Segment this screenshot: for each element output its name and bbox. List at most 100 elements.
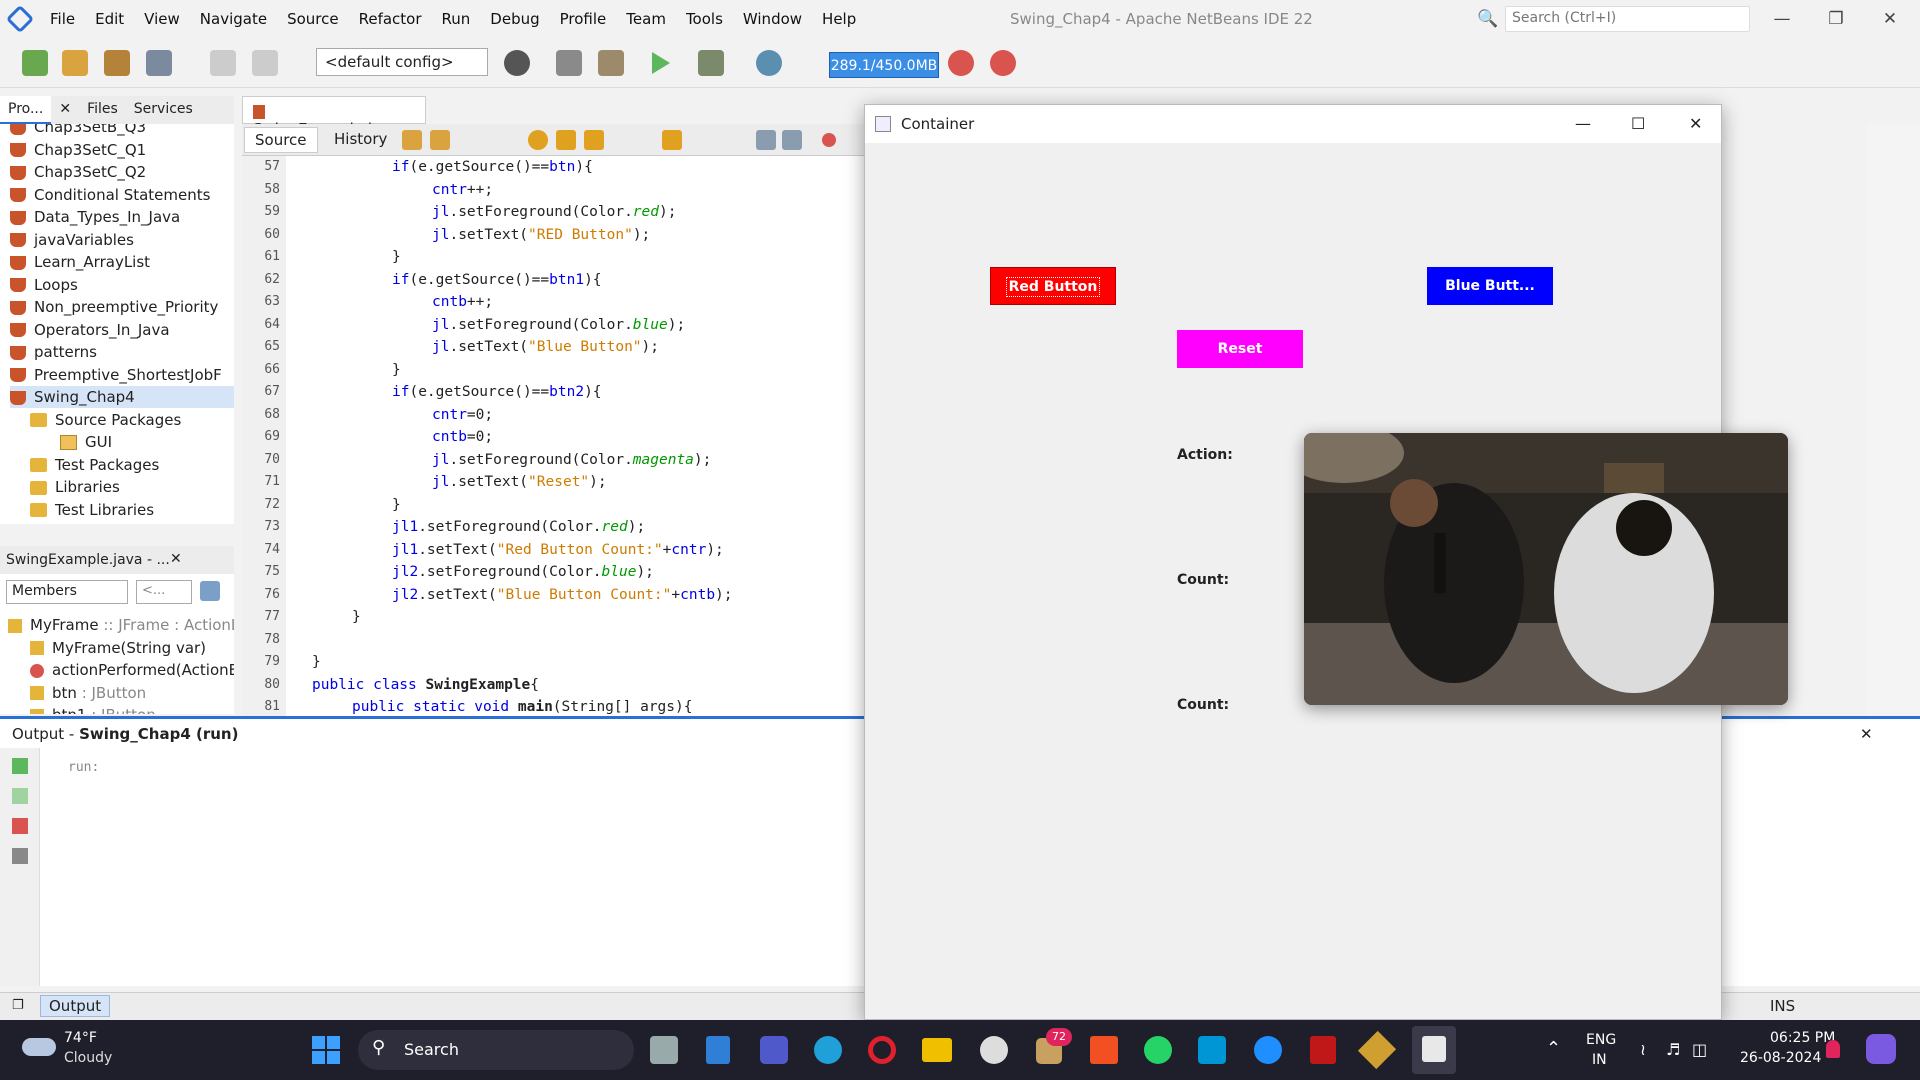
tab-history[interactable]: History bbox=[324, 127, 397, 151]
help-icon[interactable] bbox=[1254, 1036, 1282, 1064]
java-app-icon[interactable] bbox=[1412, 1026, 1456, 1074]
stop-icon[interactable] bbox=[12, 818, 28, 834]
memory-indicator[interactable]: 289.1/450.0MB bbox=[829, 52, 939, 78]
tree-item[interactable]: Chap3SetC_Q2 bbox=[10, 161, 146, 183]
tree-item[interactable]: Learn_ArrayList bbox=[10, 251, 150, 273]
find-next-icon[interactable] bbox=[584, 130, 604, 150]
video-overlay[interactable] bbox=[1304, 433, 1788, 705]
record-macro-icon[interactable] bbox=[822, 133, 836, 147]
minimize-icon[interactable]: — bbox=[1575, 105, 1591, 143]
profiler-snapshot-icon[interactable] bbox=[990, 50, 1016, 76]
menu-file[interactable]: File bbox=[40, 0, 85, 38]
search-icon[interactable]: 🔍 bbox=[1477, 9, 1498, 29]
debug-icon[interactable] bbox=[698, 50, 724, 76]
new-project-icon[interactable] bbox=[62, 50, 88, 76]
menu-window[interactable]: Window bbox=[733, 0, 812, 38]
navigator-item[interactable]: actionPerformed(ActionEv bbox=[30, 659, 234, 681]
menu-navigate[interactable]: Navigate bbox=[190, 0, 277, 38]
reset-button[interactable]: Reset bbox=[1177, 330, 1303, 368]
navigator-item[interactable]: MyFrame(String var) bbox=[30, 637, 206, 659]
config-select[interactable]: <default config> bbox=[316, 48, 488, 76]
opera-icon[interactable] bbox=[868, 1036, 896, 1064]
tree-item[interactable]: Source Packages bbox=[30, 409, 181, 431]
menu-debug[interactable]: Debug bbox=[480, 0, 549, 38]
tree-item[interactable]: Preemptive_ShortestJobF bbox=[10, 364, 222, 386]
myhp-icon[interactable] bbox=[1198, 1036, 1226, 1064]
close-icon[interactable]: ✕ bbox=[170, 551, 182, 567]
menu-view[interactable]: View bbox=[134, 0, 190, 38]
redo-icon[interactable] bbox=[252, 50, 278, 76]
rerun-icon[interactable] bbox=[12, 758, 28, 774]
tree-item[interactable]: Non_preemptive_Priority bbox=[10, 296, 218, 318]
maximize-icon[interactable]: ❐ bbox=[1810, 0, 1862, 38]
tab-output[interactable]: Output bbox=[40, 995, 111, 1017]
bookmark-icon[interactable] bbox=[662, 130, 682, 150]
close-icon[interactable]: ✕ bbox=[1689, 105, 1702, 143]
tree-item[interactable]: javaVariables bbox=[10, 229, 134, 251]
maximize-icon[interactable]: ☐ bbox=[1631, 105, 1645, 143]
teams-icon[interactable] bbox=[760, 1036, 788, 1064]
clean-build-icon[interactable] bbox=[598, 50, 624, 76]
save-all-icon[interactable] bbox=[146, 50, 172, 76]
shift-right-icon[interactable] bbox=[782, 130, 802, 150]
globe-icon[interactable] bbox=[504, 50, 530, 76]
navigator-item[interactable]: MyFrame :: JFrame : ActionList bbox=[8, 614, 234, 636]
tab-projects[interactable]: Pro... bbox=[0, 96, 52, 124]
minimize-icon[interactable]: — bbox=[1756, 0, 1808, 38]
wifi-icon[interactable]: ≀ bbox=[1640, 1040, 1646, 1059]
volume-icon[interactable]: ♬ bbox=[1666, 1040, 1680, 1059]
weather-temp[interactable]: 74°F bbox=[64, 1030, 97, 1046]
menu-help[interactable]: Help bbox=[812, 0, 866, 38]
tree-item[interactable]: Operators_In_Java bbox=[10, 319, 170, 341]
tab-source[interactable]: Source bbox=[244, 127, 318, 153]
code-area[interactable]: if(e.getSource()==btn){cntr++; jl.setFore… bbox=[286, 156, 874, 716]
bell-icon[interactable] bbox=[1826, 1040, 1840, 1058]
whatsapp-icon[interactable] bbox=[1144, 1036, 1172, 1064]
tree-item[interactable]: Chap3SetB_Q3 bbox=[10, 124, 146, 138]
navigator-item[interactable]: btn1 : JButton bbox=[30, 704, 156, 714]
microsoft-store-icon[interactable] bbox=[1090, 1036, 1118, 1064]
tab-swingexample[interactable]: SwingExample.java ✕ bbox=[242, 96, 426, 156]
forward-icon[interactable] bbox=[430, 130, 450, 150]
tab-files[interactable]: Files bbox=[79, 96, 126, 124]
tree-item[interactable]: patterns bbox=[10, 341, 97, 363]
task-view-icon[interactable] bbox=[650, 1036, 678, 1064]
menu-tools[interactable]: Tools bbox=[676, 0, 733, 38]
language-in[interactable]: IN bbox=[1592, 1052, 1607, 1068]
rerun-args-icon[interactable] bbox=[12, 788, 28, 804]
run-icon[interactable] bbox=[652, 52, 670, 74]
taskbar-search[interactable]: ⚲ Search bbox=[358, 1030, 634, 1070]
edge-icon[interactable] bbox=[814, 1036, 842, 1064]
netbeans-taskbar-icon[interactable] bbox=[1357, 1030, 1397, 1070]
mcafee-icon[interactable] bbox=[1310, 1036, 1336, 1064]
tree-item[interactable]: Swing_Chap4 bbox=[10, 386, 234, 408]
menu-edit[interactable]: Edit bbox=[85, 0, 134, 38]
build-icon[interactable] bbox=[556, 50, 582, 76]
search-input[interactable]: Search (Ctrl+I) bbox=[1505, 6, 1750, 32]
clock-app-icon[interactable] bbox=[980, 1036, 1008, 1064]
shift-left-icon[interactable] bbox=[756, 130, 776, 150]
tree-item[interactable]: Data_Types_In_Java bbox=[10, 206, 180, 228]
clock-date[interactable]: 26-08-2024 bbox=[1740, 1050, 1821, 1066]
menu-profile[interactable]: Profile bbox=[550, 0, 617, 38]
navigator-item[interactable]: btn : JButton bbox=[30, 682, 146, 704]
chevron-up-icon[interactable]: ⌃ bbox=[1546, 1038, 1561, 1059]
tree-item[interactable]: Test Packages bbox=[30, 454, 159, 476]
tree-item[interactable]: Chap3SetC_Q1 bbox=[10, 139, 146, 161]
blue-button[interactable]: Blue Butt... bbox=[1427, 267, 1553, 305]
tree-item[interactable]: Libraries bbox=[30, 476, 120, 498]
menu-run[interactable]: Run bbox=[432, 0, 481, 38]
open-project-icon[interactable] bbox=[104, 50, 130, 76]
layout-icon[interactable] bbox=[200, 581, 220, 601]
tree-item[interactable]: GUI bbox=[60, 431, 112, 453]
members-select[interactable]: Members bbox=[6, 580, 128, 604]
language-eng[interactable]: ENG bbox=[1586, 1032, 1616, 1048]
tab-services[interactable]: Services bbox=[126, 96, 201, 124]
undo-icon[interactable] bbox=[210, 50, 236, 76]
tree-item[interactable]: Conditional Statements bbox=[10, 184, 210, 206]
close-icon[interactable]: ✕ bbox=[1860, 725, 1873, 743]
copilot-icon[interactable] bbox=[1866, 1034, 1896, 1064]
close-icon[interactable]: ✕ bbox=[51, 96, 79, 124]
windows-start-icon[interactable] bbox=[312, 1036, 340, 1064]
weather-desc[interactable]: Cloudy bbox=[64, 1050, 112, 1066]
